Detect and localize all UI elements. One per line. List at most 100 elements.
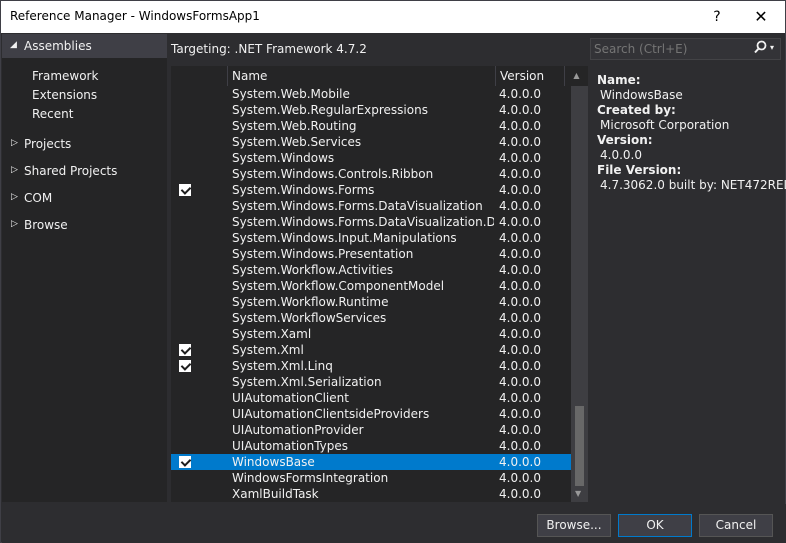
expanded-arrow-icon: ◢: [10, 40, 17, 50]
browse-button[interactable]: Browse...: [537, 514, 611, 537]
row-name: System.Windows.Presentation: [232, 247, 414, 261]
search-options-dropdown[interactable]: ▾: [770, 43, 774, 52]
row-checkbox[interactable]: [179, 456, 191, 468]
header-checkbox-column[interactable]: [171, 66, 228, 86]
row-name: System.Workflow.Activities: [232, 263, 394, 277]
row-version: 4.0.0.0: [499, 487, 541, 501]
nav-group-browse[interactable]: ▷ Browse: [2, 216, 167, 236]
row-version: 4.0.0.0: [499, 455, 541, 469]
row-version: 4.0.0.0: [499, 375, 541, 389]
row-name: System.Windows.Input.Manipulations: [232, 231, 457, 245]
header-version[interactable]: Version: [495, 66, 564, 86]
search-input[interactable]: [594, 41, 749, 57]
row-name: System.WorkflowServices: [232, 311, 387, 325]
row-name: System.Windows.Forms: [232, 183, 375, 197]
row-name: UIAutomationProvider: [232, 423, 364, 437]
nav-group-com[interactable]: ▷ COM: [2, 189, 167, 209]
detail-name-value: WindowsBase: [600, 88, 683, 102]
row-version: 4.0.0.0: [499, 407, 541, 421]
collapsed-arrow-icon: ▷: [11, 138, 18, 148]
table-row[interactable]: System.Xml.Serialization 4.0.0.0: [171, 374, 571, 390]
table-row[interactable]: System.Windows 4.0.0.0: [171, 150, 571, 166]
nav-group-assemblies[interactable]: ◢ Assemblies: [2, 34, 167, 58]
row-name: System.Web.Services: [232, 135, 362, 149]
dialog-footer: Browse... OK Cancel: [2, 504, 786, 543]
table-row[interactable]: System.Web.Routing 4.0.0.0: [171, 118, 571, 134]
row-version: 4.0.0.0: [499, 87, 541, 101]
vertical-scrollbar[interactable]: ▼: [571, 86, 588, 502]
row-name: UIAutomationClientsideProviders: [232, 407, 430, 421]
table-row[interactable]: System.Xaml 4.0.0.0: [171, 326, 571, 342]
row-version: 4.0.0.0: [499, 439, 541, 453]
table-row[interactable]: System.Workflow.Activities 4.0.0.0: [171, 262, 571, 278]
table-row[interactable]: UIAutomationProvider 4.0.0.0: [171, 422, 571, 438]
detail-file-version-label: File Version:: [597, 163, 682, 177]
row-version: 4.0.0.0: [499, 199, 541, 213]
detail-version-label: Version:: [597, 133, 653, 147]
row-version: 4.0.0.0: [499, 327, 541, 341]
nav-item-framework[interactable]: Framework: [32, 69, 98, 83]
scroll-down-arrow-icon[interactable]: ▼: [575, 489, 581, 498]
table-row[interactable]: System.Web.RegularExpressions 4.0.0.0: [171, 102, 571, 118]
row-version: 4.0.0.0: [499, 183, 541, 197]
nav-group-label: Assemblies: [24, 39, 92, 53]
scrollbar-thumb[interactable]: [575, 406, 584, 486]
table-row[interactable]: System.Windows.Forms.DataVisualization.D…: [171, 214, 571, 230]
table-row[interactable]: System.WorkflowServices 4.0.0.0: [171, 310, 571, 326]
search-box[interactable]: ▾: [590, 38, 781, 60]
targeting-label: Targeting: .NET Framework 4.7.2: [171, 42, 367, 56]
table-row[interactable]: System.Xml.Linq 4.0.0.0: [171, 358, 571, 374]
nav-group-shared-projects[interactable]: ▷ Shared Projects: [2, 162, 167, 182]
table-row[interactable]: UIAutomationClientsideProviders 4.0.0.0: [171, 406, 571, 422]
row-version: 4.0.0.0: [499, 471, 541, 485]
row-version: 4.0.0.0: [499, 263, 541, 277]
table-row[interactable]: System.Windows.Presentation 4.0.0.0: [171, 246, 571, 262]
collapsed-arrow-icon: ▷: [11, 219, 18, 229]
row-checkbox[interactable]: [179, 360, 191, 372]
row-name: System.Xml.Linq: [232, 359, 333, 373]
detail-version-value: 4.0.0.0: [600, 148, 642, 162]
grid-header: Name Version ▲: [171, 66, 588, 86]
row-version: 4.0.0.0: [499, 279, 541, 293]
table-row[interactable]: System.Web.Services 4.0.0.0: [171, 134, 571, 150]
row-version: 4.0.0.0: [499, 295, 541, 309]
table-row[interactable]: System.Web.Mobile 4.0.0.0: [171, 86, 571, 102]
table-row[interactable]: System.Windows.Input.Manipulations 4.0.0.…: [171, 230, 571, 246]
table-row[interactable]: System.Xml 4.0.0.0: [171, 342, 571, 358]
table-row[interactable]: System.Windows.Forms.DataVisualization 4.…: [171, 198, 571, 214]
nav-group-projects[interactable]: ▷ Projects: [2, 135, 167, 155]
row-name: System.Web.Mobile: [232, 87, 350, 101]
detail-created-value: Microsoft Corporation: [600, 118, 730, 132]
row-name: XamlBuildTask: [232, 487, 319, 501]
title-bar: Reference Manager - WindowsFormsApp1 ? ✕: [1, 1, 785, 33]
row-name: System.Web.RegularExpressions: [232, 103, 428, 117]
nav-group-label: Projects: [24, 137, 72, 151]
nav-item-recent[interactable]: Recent: [32, 107, 73, 121]
window-title: Reference Manager - WindowsFormsApp1: [10, 9, 260, 23]
ok-button[interactable]: OK: [618, 514, 692, 537]
table-row[interactable]: WindowsFormsIntegration 4.0.0.0: [171, 470, 571, 486]
help-button[interactable]: ?: [701, 5, 733, 29]
row-version: 4.0.0.0: [499, 135, 541, 149]
close-button[interactable]: ✕: [741, 5, 781, 29]
table-row[interactable]: System.Windows.Controls.Ribbon 4.0.0.0: [171, 166, 571, 182]
table-row[interactable]: XamlBuildTask 4.0.0.0: [171, 486, 571, 502]
table-row[interactable]: System.Workflow.ComponentModel 4.0.0.0: [171, 278, 571, 294]
table-row[interactable]: UIAutomationClient 4.0.0.0: [171, 390, 571, 406]
row-checkbox[interactable]: [179, 344, 191, 356]
row-checkbox[interactable]: [179, 184, 191, 196]
row-version: 4.0.0.0: [499, 119, 541, 133]
table-row[interactable]: WindowsBase 4.0.0.0: [171, 454, 571, 470]
row-name: WindowsBase: [232, 455, 315, 469]
detail-created-label: Created by:: [597, 103, 676, 117]
table-row[interactable]: System.Windows.Forms 4.0.0.0: [171, 182, 571, 198]
header-name[interactable]: Name: [227, 66, 496, 86]
row-name: System.Windows: [232, 151, 335, 165]
table-row[interactable]: UIAutomationTypes 4.0.0.0: [171, 438, 571, 454]
table-row[interactable]: System.Workflow.Runtime 4.0.0.0: [171, 294, 571, 310]
row-version: 4.0.0.0: [499, 423, 541, 437]
cancel-button[interactable]: Cancel: [699, 514, 773, 537]
scroll-up-arrow-icon[interactable]: ▲: [564, 66, 588, 86]
nav-item-extensions[interactable]: Extensions: [32, 88, 97, 102]
search-icon[interactable]: [754, 40, 767, 58]
